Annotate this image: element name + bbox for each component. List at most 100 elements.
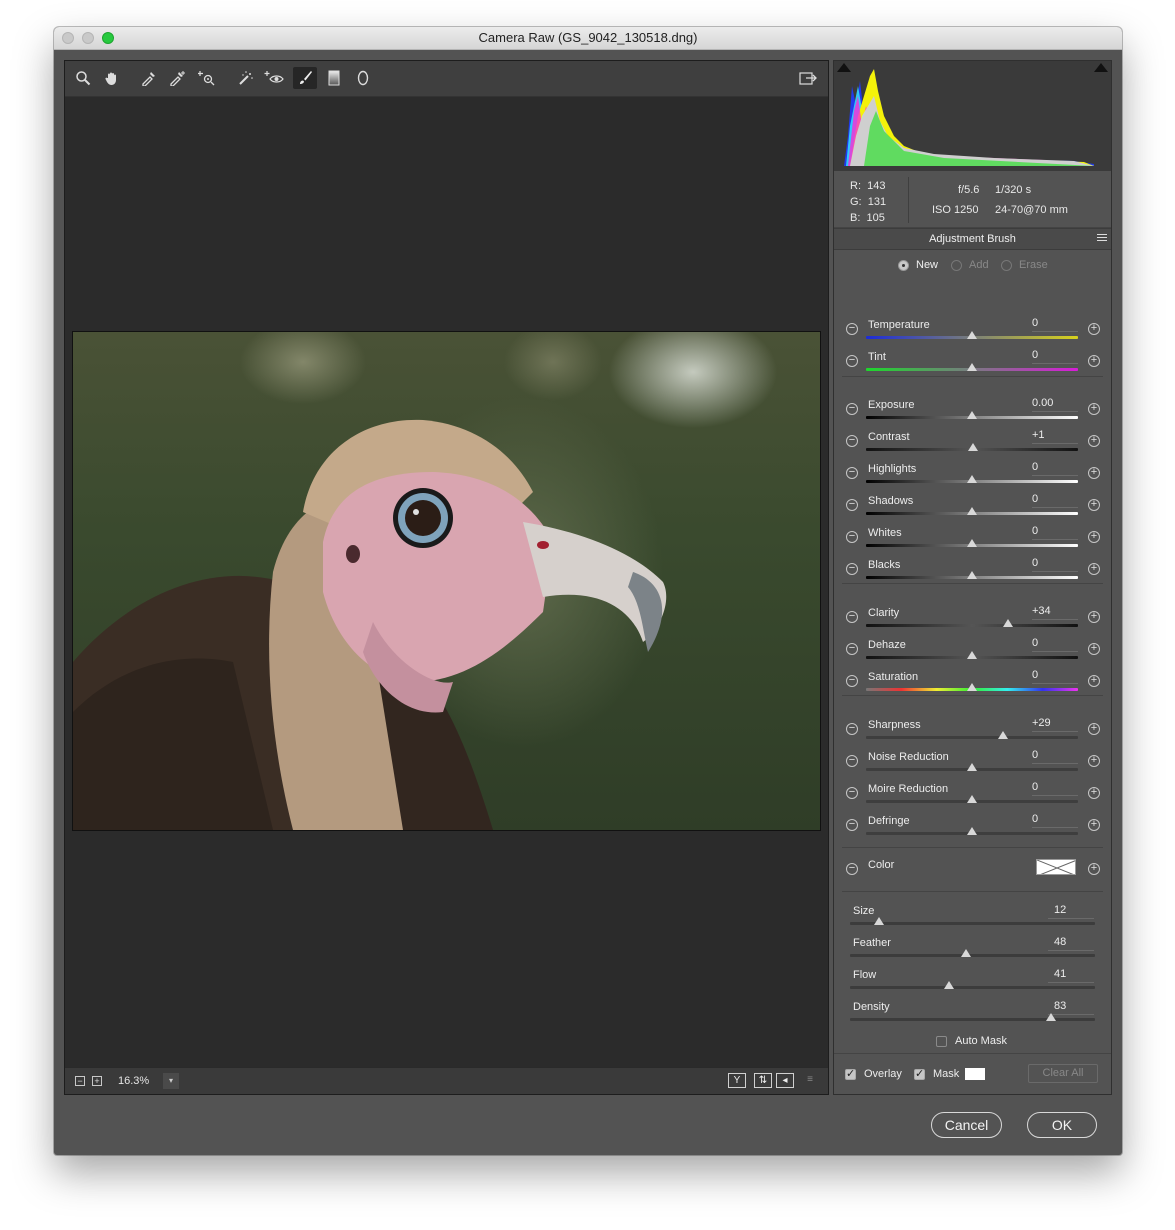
sharpness-track[interactable]: [866, 736, 1078, 739]
defringe-thumb[interactable]: [967, 827, 977, 835]
open-in-photoshop-icon[interactable]: [796, 67, 820, 89]
contrast-value[interactable]: +1: [1032, 429, 1078, 444]
clear-all-button[interactable]: Clear All: [1028, 1064, 1098, 1083]
tint-minus-icon[interactable]: −: [846, 355, 858, 367]
adjustment-brush-icon[interactable]: [293, 67, 317, 89]
defringe-minus-icon[interactable]: −: [846, 819, 858, 831]
zoom-icon[interactable]: [71, 67, 95, 89]
brush-density-thumb[interactable]: [1045, 1013, 1056, 1021]
mask-color-swatch[interactable]: [965, 1068, 985, 1080]
graduated-filter-icon[interactable]: [322, 67, 346, 89]
tint-thumb[interactable]: [967, 363, 977, 371]
mode-erase-radio[interactable]: [1001, 260, 1012, 271]
shadows-plus-icon[interactable]: +: [1088, 499, 1100, 511]
zoom-level[interactable]: 16.3%: [118, 1075, 149, 1087]
ok-button[interactable]: OK: [1027, 1112, 1097, 1138]
color-sampler-icon[interactable]: [166, 67, 190, 89]
brush-size-track[interactable]: [850, 922, 1095, 925]
red-eye-icon[interactable]: [263, 67, 287, 89]
sharpness-value[interactable]: +29: [1032, 717, 1078, 732]
vulture-photo[interactable]: [72, 331, 821, 831]
contrast-thumb[interactable]: [968, 443, 979, 451]
brush-flow-track[interactable]: [850, 986, 1095, 989]
dehaze-thumb[interactable]: [967, 651, 977, 659]
zoom-window-button[interactable]: [102, 32, 114, 44]
temperature-plus-icon[interactable]: +: [1088, 323, 1100, 335]
moire-reduction-plus-icon[interactable]: +: [1088, 787, 1100, 799]
brush-feather-track[interactable]: [850, 954, 1095, 957]
highlights-minus-icon[interactable]: −: [846, 467, 858, 479]
radial-filter-icon[interactable]: [351, 67, 375, 89]
brush-size-thumb[interactable]: [874, 917, 885, 925]
brush-feather-value[interactable]: 48: [1048, 936, 1094, 951]
targeted-adjustment-icon[interactable]: [196, 67, 220, 89]
saturation-minus-icon[interactable]: −: [846, 675, 858, 687]
color-minus-icon[interactable]: −: [846, 863, 858, 875]
close-window-button[interactable]: [62, 32, 74, 44]
highlights-thumb[interactable]: [967, 475, 977, 483]
mode-new-radio[interactable]: [898, 260, 909, 271]
noise-reduction-thumb[interactable]: [967, 763, 977, 771]
moire-reduction-value[interactable]: 0: [1032, 781, 1078, 796]
dehaze-minus-icon[interactable]: −: [846, 643, 858, 655]
spot-removal-icon[interactable]: [234, 67, 258, 89]
temperature-minus-icon[interactable]: −: [846, 323, 858, 335]
blacks-thumb[interactable]: [967, 571, 977, 579]
auto-mask-checkbox[interactable]: [936, 1036, 947, 1047]
zoom-out-button[interactable]: −: [75, 1076, 85, 1086]
mode-new-label[interactable]: New: [916, 259, 938, 271]
before-after-view-icon[interactable]: Y: [728, 1073, 746, 1088]
swap-settings-icon[interactable]: ⇅: [754, 1073, 772, 1088]
brush-size-value[interactable]: 12: [1048, 904, 1094, 919]
saturation-value[interactable]: 0: [1032, 669, 1078, 684]
exposure-value[interactable]: 0.00: [1032, 397, 1078, 412]
noise-reduction-value[interactable]: 0: [1032, 749, 1078, 764]
cancel-button[interactable]: Cancel: [931, 1112, 1002, 1138]
temperature-value[interactable]: 0: [1032, 317, 1078, 332]
toggle-settings-icon[interactable]: ≡: [801, 1073, 819, 1088]
saturation-thumb[interactable]: [967, 683, 977, 691]
temperature-thumb[interactable]: [967, 331, 977, 339]
mode-add-radio[interactable]: [951, 260, 962, 271]
sharpness-minus-icon[interactable]: −: [846, 723, 858, 735]
whites-value[interactable]: 0: [1032, 525, 1078, 540]
dehaze-plus-icon[interactable]: +: [1088, 643, 1100, 655]
shadows-minus-icon[interactable]: −: [846, 499, 858, 511]
saturation-plus-icon[interactable]: +: [1088, 675, 1100, 687]
sharpness-plus-icon[interactable]: +: [1088, 723, 1100, 735]
whites-thumb[interactable]: [967, 539, 977, 547]
overlay-label[interactable]: Overlay: [864, 1068, 902, 1080]
hand-icon[interactable]: [100, 67, 124, 89]
color-swatch[interactable]: [1036, 859, 1076, 875]
blacks-minus-icon[interactable]: −: [846, 563, 858, 575]
whites-minus-icon[interactable]: −: [846, 531, 858, 543]
zoom-dropdown-chevron-icon[interactable]: ▾: [163, 1073, 179, 1089]
tint-plus-icon[interactable]: +: [1088, 355, 1100, 367]
contrast-minus-icon[interactable]: −: [846, 435, 858, 447]
brush-flow-thumb[interactable]: [944, 981, 955, 989]
clarity-thumb[interactable]: [1003, 619, 1014, 627]
blacks-value[interactable]: 0: [1032, 557, 1078, 572]
copy-settings-icon[interactable]: ◂: [776, 1073, 794, 1088]
brush-feather-thumb[interactable]: [961, 949, 972, 957]
defringe-value[interactable]: 0: [1032, 813, 1078, 828]
contrast-plus-icon[interactable]: +: [1088, 435, 1100, 447]
minimize-window-button[interactable]: [82, 32, 94, 44]
exposure-plus-icon[interactable]: +: [1088, 403, 1100, 415]
clarity-minus-icon[interactable]: −: [846, 611, 858, 623]
color-plus-icon[interactable]: +: [1088, 863, 1100, 875]
whites-plus-icon[interactable]: +: [1088, 531, 1100, 543]
mode-add-label[interactable]: Add: [969, 259, 989, 271]
mode-erase-label[interactable]: Erase: [1019, 259, 1048, 271]
brush-flow-value[interactable]: 41: [1048, 968, 1094, 983]
exposure-minus-icon[interactable]: −: [846, 403, 858, 415]
clarity-track[interactable]: [866, 624, 1078, 627]
shadows-value[interactable]: 0: [1032, 493, 1078, 508]
highlights-value[interactable]: 0: [1032, 461, 1078, 476]
shadows-thumb[interactable]: [967, 507, 977, 515]
exposure-thumb[interactable]: [967, 411, 977, 419]
moire-reduction-thumb[interactable]: [967, 795, 977, 803]
tint-value[interactable]: 0: [1032, 349, 1078, 364]
panel-menu-icon[interactable]: [1097, 234, 1107, 243]
clarity-plus-icon[interactable]: +: [1088, 611, 1100, 623]
